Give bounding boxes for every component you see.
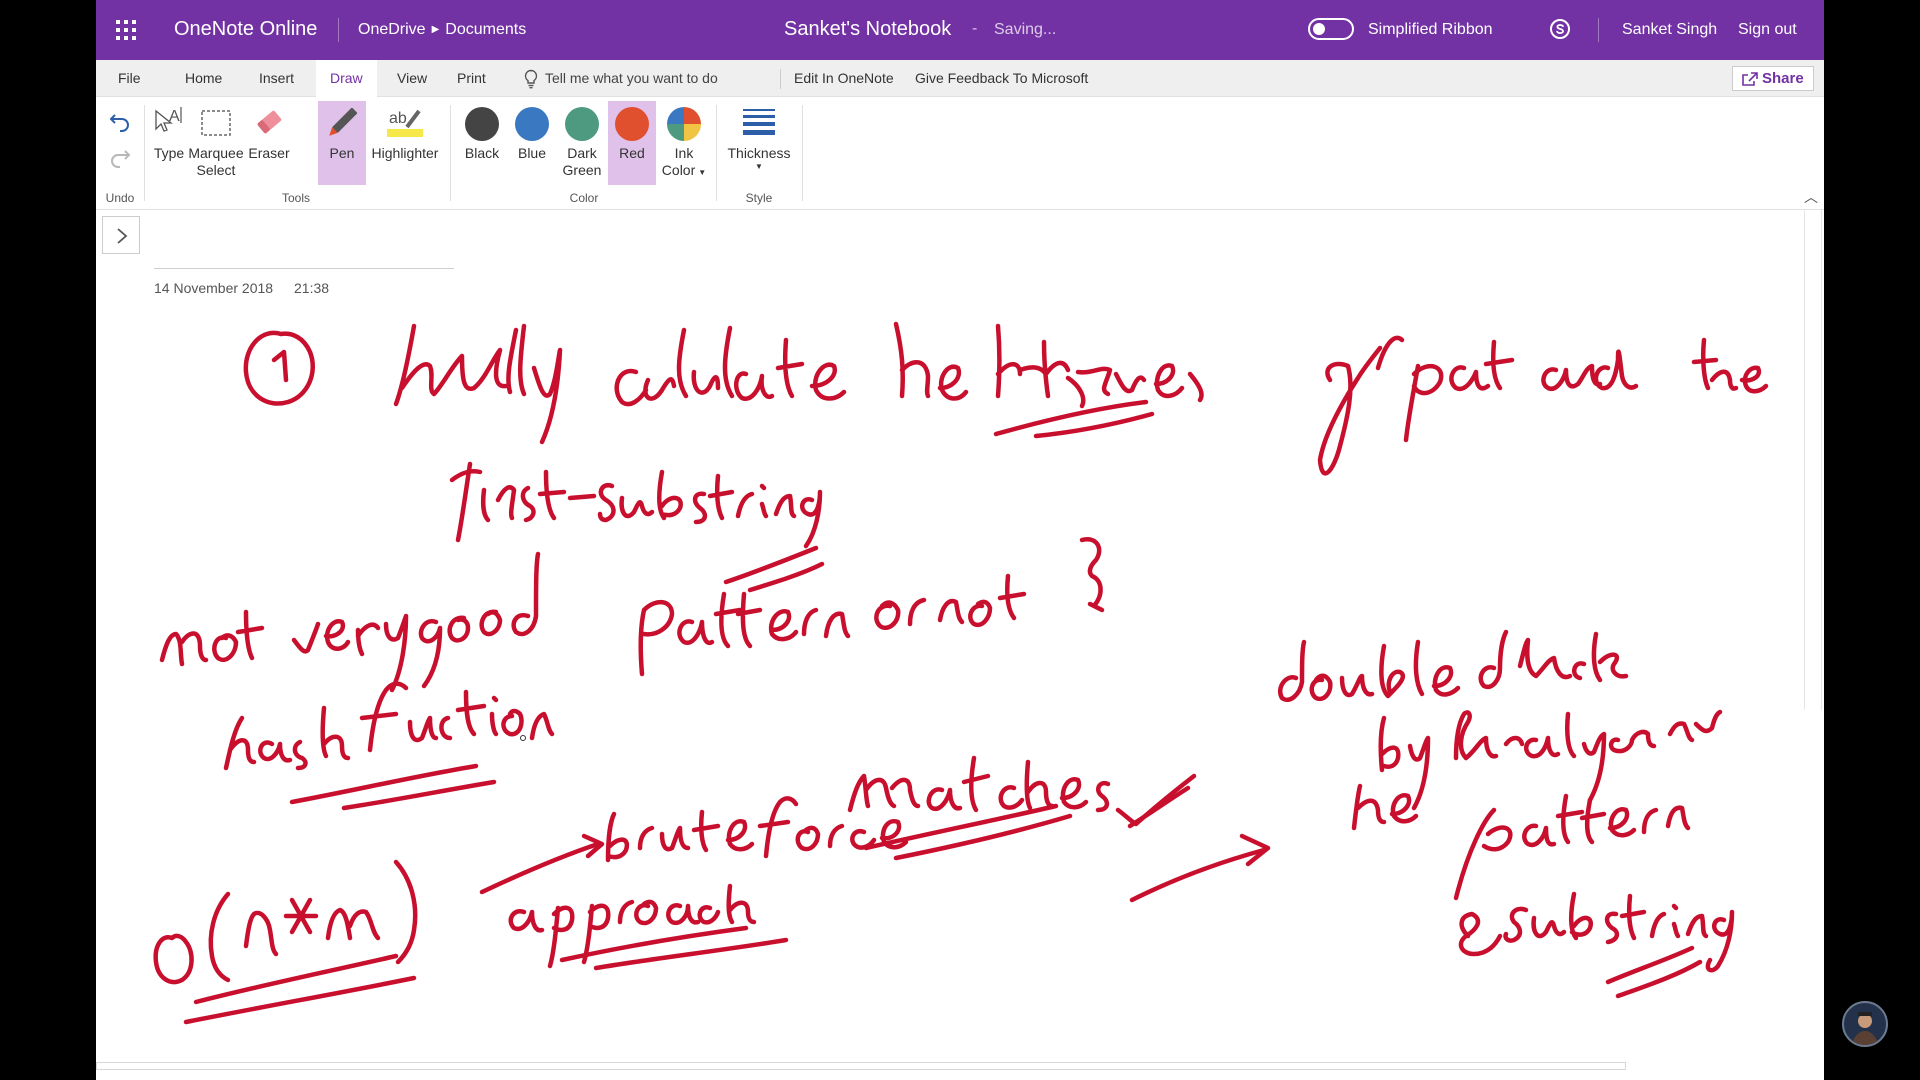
ink-color-label-row: Color ▼	[658, 162, 710, 181]
eraser-icon	[246, 101, 292, 145]
app-name[interactable]: OneNote Online	[174, 18, 317, 41]
share-icon	[1742, 72, 1758, 86]
svg-text:ab: ab	[389, 110, 407, 127]
collapse-ribbon-icon[interactable]: ︿	[1804, 187, 1818, 207]
marquee-select-icon	[188, 101, 244, 145]
highlighter-button[interactable]: ab Highlighter	[368, 101, 442, 181]
tab-home[interactable]: Home	[185, 60, 222, 97]
save-status: Saving...	[994, 21, 1057, 38]
group-divider	[450, 105, 451, 201]
type-tool-label: Type	[153, 145, 185, 161]
color-blue-button[interactable]: Blue	[508, 101, 556, 181]
thickness-dropdown-icon: ▼	[755, 162, 763, 171]
breadcrumb-documents[interactable]: Documents	[445, 21, 526, 38]
dropdown-arrow-icon: ▼	[698, 168, 707, 177]
type-tool-icon: A	[150, 101, 188, 145]
tab-print[interactable]: Print	[457, 60, 486, 97]
divider	[780, 69, 781, 89]
vertical-scrollbar[interactable]	[1804, 210, 1822, 710]
title-separator: -	[972, 20, 978, 37]
tools-group-label: Tools	[281, 191, 310, 205]
ink-color-label-2: Color	[661, 162, 696, 178]
ink-color-button[interactable]: Ink Color ▼	[658, 101, 710, 181]
edit-in-onenote-button[interactable]: Edit In OneNote	[794, 60, 894, 97]
highlighter-label: Highlighter	[371, 145, 439, 161]
marquee-select-button[interactable]: Marquee Select	[188, 101, 244, 181]
color-red-label: Red	[619, 145, 645, 161]
skype-icon[interactable]	[1548, 17, 1572, 41]
undo-icon[interactable]	[108, 109, 132, 138]
lightbulb-icon	[524, 69, 538, 89]
thickness-label: Thickness	[727, 145, 791, 161]
red-swatch	[615, 107, 649, 141]
marquee-label-1: Marquee	[188, 145, 244, 161]
tab-file[interactable]: File	[118, 60, 141, 97]
eraser-label: Eraser	[248, 145, 290, 161]
eraser-button[interactable]: Eraser	[246, 101, 292, 181]
tab-insert[interactable]: Insert	[259, 60, 294, 97]
redo-icon[interactable]	[108, 145, 132, 174]
ribbon-tabs: File Home Insert Draw View Print Tell me…	[96, 60, 1824, 98]
dark-green-swatch	[565, 107, 599, 141]
sign-out-link[interactable]: Sign out	[1738, 21, 1797, 39]
dark-green-label-2: Green	[562, 162, 602, 178]
type-tool-button[interactable]: A Type	[150, 101, 188, 181]
style-group-label: Style	[745, 191, 773, 205]
group-divider	[144, 105, 145, 201]
marquee-label-2: Select	[196, 162, 236, 178]
color-black-label: Black	[464, 145, 500, 161]
color-blue-label: Blue	[517, 145, 547, 161]
toggle-knob	[1313, 23, 1325, 35]
color-black-button[interactable]: Black	[458, 101, 506, 181]
presenter-avatar	[1842, 1001, 1888, 1047]
simplified-ribbon-label: Simplified Ribbon	[1368, 21, 1493, 38]
tell-me-label: Tell me what you want to do	[545, 70, 718, 86]
divider	[338, 18, 339, 42]
title-bar: OneNote Online OneDrive ▶ Documents Sanket…	[96, 0, 1824, 60]
notebook-title[interactable]: Sanket's Notebook	[784, 18, 951, 41]
note-page[interactable]: 14 November 2018 21:38	[96, 210, 1824, 1070]
breadcrumb-onedrive[interactable]: OneDrive	[358, 21, 426, 38]
thickness-icon	[722, 101, 796, 145]
onenote-window: OneNote Online OneDrive ▶ Documents Sanket…	[96, 0, 1824, 1080]
horizontal-scrollbar[interactable]	[96, 1062, 1626, 1070]
give-feedback-button[interactable]: Give Feedback To Microsoft	[915, 60, 1088, 97]
highlighter-icon: ab	[368, 101, 442, 145]
tab-draw[interactable]: Draw	[316, 60, 377, 98]
thickness-button[interactable]: Thickness ▼	[722, 101, 796, 181]
color-dark-green-button[interactable]: Dark Green	[558, 101, 606, 181]
black-swatch	[465, 107, 499, 141]
dark-green-label-1: Dark	[567, 145, 597, 161]
app-launcher-icon[interactable]	[116, 20, 136, 40]
pen-icon	[318, 101, 366, 145]
simplified-ribbon-toggle[interactable]	[1308, 18, 1354, 40]
draw-ribbon: Undo A Type Marquee Select Eraser Pen ab…	[96, 97, 1824, 210]
breadcrumb: OneDrive ▶ Documents	[358, 21, 526, 39]
group-divider	[716, 105, 717, 201]
svg-text:A: A	[169, 108, 180, 125]
blue-swatch	[515, 107, 549, 141]
color-group-label: Color	[569, 191, 599, 205]
pen-button[interactable]: Pen	[318, 101, 366, 185]
ink-color-label-1: Ink	[674, 145, 694, 161]
color-red-button[interactable]: Red	[608, 101, 656, 185]
tab-view[interactable]: View	[397, 60, 427, 97]
pen-cursor	[520, 735, 526, 741]
divider	[1598, 18, 1599, 42]
share-button[interactable]: Share	[1732, 66, 1814, 91]
breadcrumb-arrow-icon: ▶	[431, 24, 440, 35]
undo-group-label: Undo	[105, 191, 135, 205]
user-name[interactable]: Sanket Singh	[1622, 21, 1717, 39]
group-divider	[802, 105, 803, 201]
ink-color-wheel-icon	[667, 107, 701, 141]
share-label: Share	[1762, 70, 1804, 87]
tell-me-search[interactable]: Tell me what you want to do	[523, 60, 718, 97]
handwritten-ink-notes[interactable]	[96, 210, 1824, 1070]
pen-label: Pen	[329, 145, 355, 161]
